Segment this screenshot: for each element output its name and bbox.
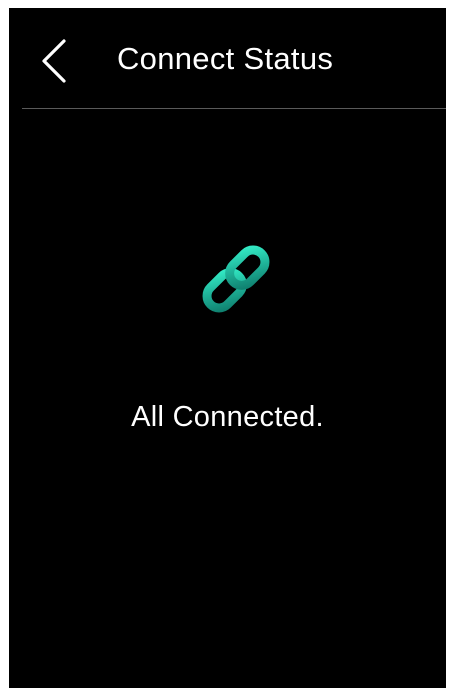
chevron-left-icon (42, 39, 66, 83)
link-chain-icon (190, 233, 282, 325)
back-button[interactable] (33, 36, 77, 86)
page-title: Connect Status (117, 41, 334, 76)
header-divider (22, 108, 446, 109)
header-bar: Connect Status (9, 8, 446, 109)
connect-status-screen: Connect Status All Connected. (9, 8, 446, 688)
status-message: All Connected. (131, 401, 324, 433)
